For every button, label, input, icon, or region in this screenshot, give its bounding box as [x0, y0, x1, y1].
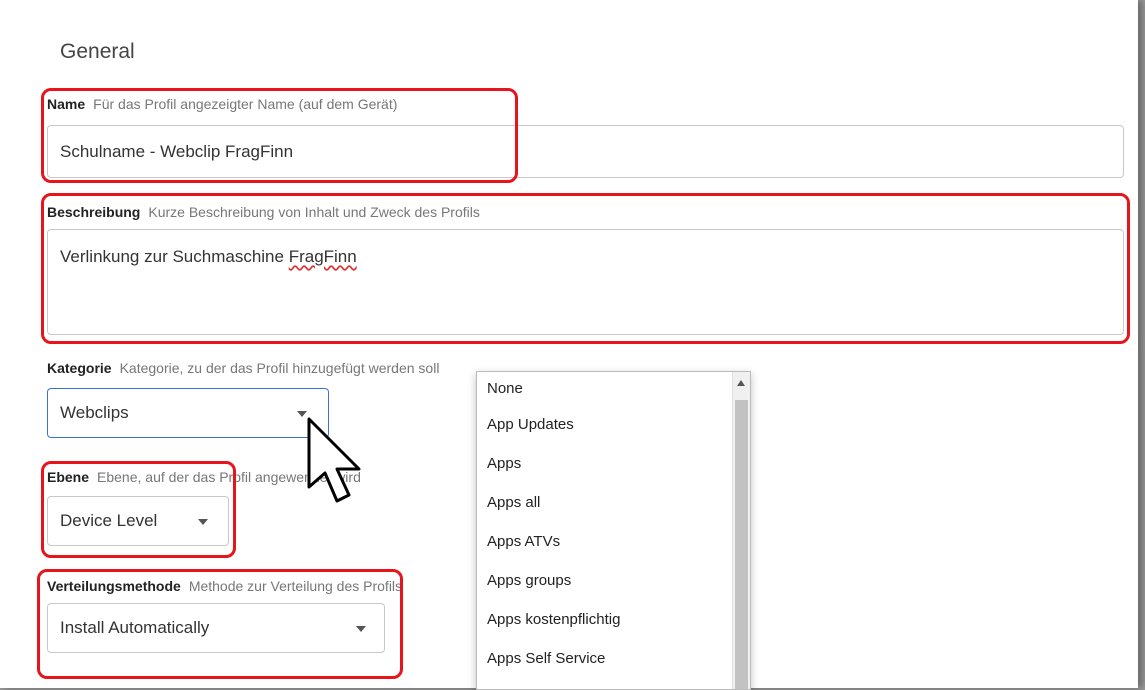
kategorie-selected: Webclips	[60, 403, 129, 422]
dropdown-option[interactable]: None	[477, 372, 722, 406]
beschreibung-value: Verlinkung zur Suchmaschine FragFinn	[60, 247, 357, 267]
kategorie-hint: Kategorie, zu der das Profil hinzugefügt…	[119, 360, 440, 376]
dropdown-option[interactable]: Apps groups	[477, 562, 722, 601]
section-title: General	[60, 40, 135, 63]
dropdown-option[interactable]: Apps kostenpflichtig	[477, 601, 722, 640]
dropdown-option[interactable]: Apps	[477, 445, 722, 484]
dropdown-option[interactable]: Apps Self Service	[477, 640, 722, 679]
scrollbar-thumb[interactable]	[735, 400, 748, 689]
dropdown-option[interactable]: App Updates	[477, 406, 722, 445]
dropdown-scrollbar[interactable]	[732, 372, 750, 689]
profile-general-panel: General Name Für das Profil angezeigter N…	[0, 0, 1138, 690]
ebene-label: Ebene	[47, 469, 90, 485]
beschreibung-label-row: Beschreibung Kurze Beschreibung von Inhal…	[47, 204, 480, 220]
kategorie-select[interactable]: Webclips	[47, 388, 329, 438]
verteilungsmethode-selected: Install Automatically	[60, 618, 210, 637]
scroll-up-arrow-icon[interactable]	[737, 380, 745, 386]
name-value: Schulname - Webclip FragFinn	[60, 142, 294, 161]
name-label: Name	[47, 96, 86, 112]
spellcheck-word: FragFinn	[288, 247, 357, 266]
beschreibung-value-text: Verlinkung zur Suchmaschine	[60, 247, 289, 266]
verteilungsmethode-select[interactable]: Install Automatically	[47, 603, 385, 653]
verteilungsmethode-label-row: Verteilungsmethode Methode zur Verteilung…	[47, 578, 402, 594]
kategorie-label-row: Kategorie Kategorie, zu der das Profil hi…	[47, 360, 439, 376]
verteilungsmethode-hint: Methode zur Verteilung des Profils	[188, 578, 403, 594]
name-label-row: Name Für das Profil angezeigter Name (auf…	[47, 96, 397, 112]
dropdown-option[interactable]: Apps ATVs	[477, 523, 722, 562]
kategorie-dropdown-list[interactable]: None App Updates Apps Apps all Apps ATVs…	[476, 371, 751, 690]
dropdown-option[interactable]: Apps all	[477, 484, 722, 523]
beschreibung-label: Beschreibung	[47, 204, 141, 220]
mouse-pointer-icon	[307, 417, 361, 503]
beschreibung-hint: Kurze Beschreibung von Inhalt und Zweck …	[148, 204, 480, 220]
dropdown-items: None App Updates Apps Apps all Apps ATVs…	[477, 372, 750, 679]
chevron-down-icon	[198, 519, 208, 525]
name-input[interactable]: Schulname - Webclip FragFinn	[47, 125, 1124, 178]
ebene-selected: Device Level	[60, 511, 158, 530]
chevron-down-icon	[356, 626, 366, 632]
name-hint: Für das Profil angezeigter Name (auf dem…	[93, 96, 398, 112]
ebene-select[interactable]: Device Level	[47, 496, 229, 546]
beschreibung-textarea[interactable]: Verlinkung zur Suchmaschine FragFinn	[47, 229, 1124, 335]
kategorie-label: Kategorie	[47, 360, 112, 376]
verteilungsmethode-label: Verteilungsmethode	[47, 578, 181, 594]
